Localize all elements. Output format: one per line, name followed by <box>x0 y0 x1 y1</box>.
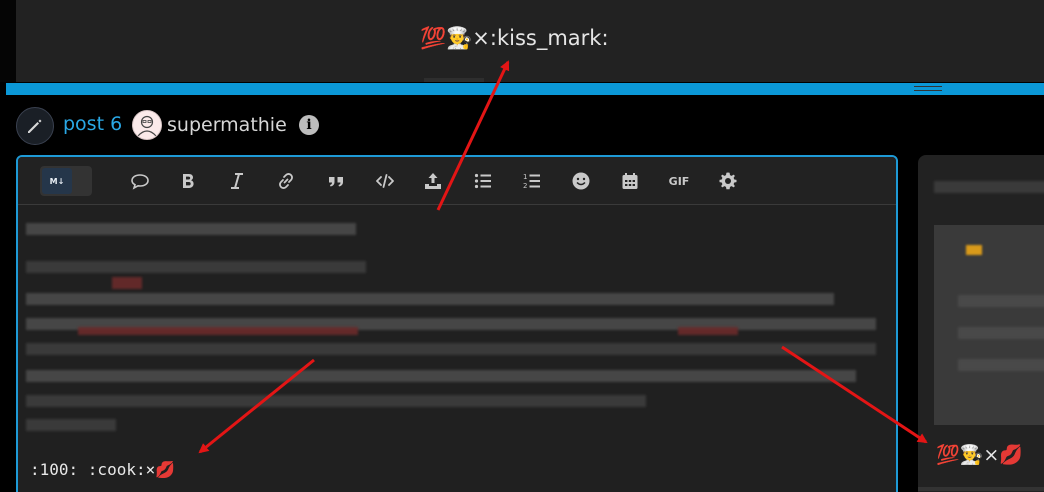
reply-to-post-link[interactable]: post 6 <box>63 113 122 135</box>
redacted-avatar <box>966 245 982 255</box>
username[interactable]: supermathie <box>167 114 287 136</box>
editor-text-line[interactable]: :100: :cook:×💋 <box>30 460 175 479</box>
rendered-emoji-title: 💯👨‍🍳×:kiss_mark: <box>420 26 609 50</box>
preview-divider <box>918 487 1044 491</box>
code-icon[interactable] <box>370 167 400 195</box>
bold-icon[interactable] <box>173 167 203 195</box>
blockquote-icon[interactable] <box>321 167 351 195</box>
rendered-preview: 💯👨‍🍳×💋 <box>918 155 1044 492</box>
gear-icon[interactable] <box>713 167 743 195</box>
markdown-toggle-knob: M↓ <box>42 168 72 194</box>
numbered-list-icon[interactable]: 12 <box>517 167 547 195</box>
quote-bubble-icon[interactable] <box>125 167 155 195</box>
italic-icon[interactable] <box>222 167 252 195</box>
redacted-line <box>958 327 1044 339</box>
edit-pencil-button[interactable] <box>16 107 54 145</box>
gif-label: GIF <box>668 174 690 188</box>
user-avatar-icon <box>137 115 157 137</box>
top-post-preview: 💯👨‍🍳×:kiss_mark: <box>16 0 1044 82</box>
svg-text:1: 1 <box>523 173 527 181</box>
redacted-embed <box>934 225 1044 425</box>
composer-resize-bar[interactable] <box>6 83 1044 95</box>
markdown-editor[interactable]: M↓ 12 GIF:100::cook:×💋 <box>16 155 898 492</box>
editor-toolbar: M↓ 12 GIF <box>18 157 896 205</box>
left-gutter <box>0 0 16 82</box>
redacted-line <box>958 295 1044 307</box>
gif-button[interactable]: GIF <box>664 167 694 195</box>
pencil-icon <box>28 119 42 133</box>
avatar[interactable] <box>132 110 162 140</box>
info-icon[interactable]: i <box>299 115 319 135</box>
bullet-list-icon[interactable] <box>468 167 498 195</box>
redacted-header <box>934 181 1044 193</box>
markdown-toggle[interactable]: M↓ <box>40 166 92 196</box>
link-icon[interactable] <box>271 167 301 195</box>
divider <box>424 78 484 82</box>
calendar-icon[interactable] <box>615 167 645 195</box>
svg-text:2: 2 <box>523 182 527 190</box>
redacted-line <box>958 359 1044 371</box>
emoji-icon[interactable] <box>566 167 596 195</box>
resize-grip-icon[interactable] <box>914 86 942 91</box>
upload-icon[interactable] <box>418 167 448 195</box>
rendered-emoji-line: 💯👨‍🍳×💋 <box>936 444 1023 466</box>
